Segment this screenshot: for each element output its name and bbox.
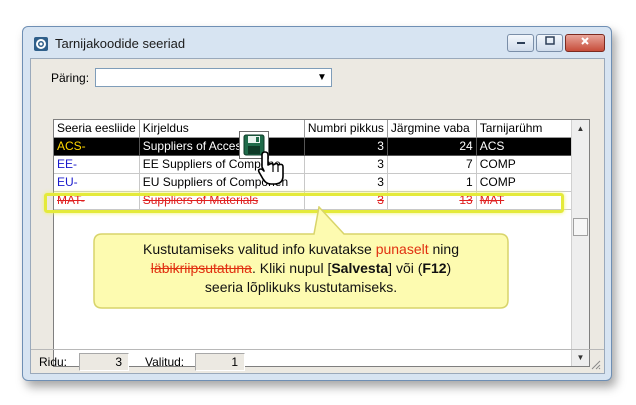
table-header-row: Seeria eesliide Kirjeldus Numbri pikkus … — [54, 120, 574, 138]
cell-length: 3 — [304, 137, 388, 156]
query-dropdown[interactable]: ▼ — [95, 68, 332, 87]
maximize-icon — [544, 36, 555, 45]
cell-group: COMP — [476, 155, 574, 174]
callout-text-part: Kustutamiseks valitud info kuvatakse — [143, 241, 376, 257]
table-row[interactable]: ACS- Suppliers of Access 3 24 ACS — [54, 137, 574, 156]
selected-count-value: 1 — [195, 353, 245, 371]
rows-count-value: 3 — [79, 353, 129, 371]
cell-prefix: EE- — [54, 155, 140, 174]
cell-next: 24 — [387, 137, 477, 156]
close-icon — [581, 37, 589, 45]
maximize-button[interactable] — [536, 34, 563, 52]
scroll-up-icon[interactable]: ▲ — [572, 120, 589, 137]
column-header-length[interactable]: Numbri pikkus — [304, 120, 388, 138]
status-bar: Ridu: 3 Valitud: 1 — [31, 349, 604, 373]
callout-text-part: ] või ( — [388, 260, 423, 276]
scroll-thumb[interactable] — [573, 218, 588, 236]
cell-next: 1 — [387, 173, 477, 192]
cell-prefix: EU- — [54, 173, 140, 192]
info-callout: Kustutamiseks valitud info kuvatakse pun… — [92, 206, 510, 310]
cell-length: 3 — [304, 155, 388, 174]
callout-text-part: ning — [428, 241, 459, 257]
column-header-description[interactable]: Kirjeldus — [139, 120, 305, 138]
cell-group: COMP — [476, 173, 574, 192]
callout-text-part: seeria lõplikuks kustutamiseks. — [204, 279, 398, 295]
callout-strike-word: läbikriipsutatuna — [150, 260, 252, 276]
column-header-group[interactable]: Tarnijarühm — [476, 120, 574, 138]
callout-red-word: punaselt — [375, 241, 429, 257]
cell-group: ACS — [476, 137, 574, 156]
callout-key-word: F12 — [422, 260, 447, 276]
hand-pointer-icon — [257, 151, 284, 185]
window-title: Tarnijakoodide seeriad — [55, 36, 186, 51]
vertical-scrollbar[interactable]: ▲ ▼ — [571, 120, 589, 366]
callout-text-part: . Kliki nupul [ — [251, 260, 332, 276]
callout-save-word: Salvesta — [331, 260, 389, 276]
rows-count-label: Ridu: — [39, 355, 68, 369]
query-label: Päring: — [51, 71, 90, 85]
close-button[interactable] — [565, 34, 605, 52]
column-header-prefix[interactable]: Seeria eesliide — [54, 120, 140, 138]
cell-length: 3 — [304, 173, 388, 192]
app-gear-icon — [34, 37, 48, 51]
cell-next: 7 — [387, 155, 477, 174]
cell-prefix: ACS- — [54, 137, 140, 156]
table-row[interactable]: EU- EU Suppliers of Componen 3 1 COMP — [54, 173, 574, 192]
minimize-button[interactable] — [507, 34, 534, 52]
resize-grip-icon[interactable] — [589, 358, 601, 370]
callout-text-part: ) — [446, 260, 452, 276]
table-row[interactable]: EE- EE Suppliers of Compone 3 7 COMP — [54, 155, 574, 174]
callout-text: Kustutamiseks valitud info kuvatakse pun… — [92, 233, 510, 309]
chevron-down-icon[interactable]: ▼ — [313, 69, 331, 86]
selected-count-label: Valitud: — [145, 355, 185, 369]
minimize-icon — [516, 42, 525, 44]
title-bar[interactable]: Tarnijakoodide seeriad — [23, 27, 611, 59]
column-header-next[interactable]: Järgmine vaba — [387, 120, 477, 138]
